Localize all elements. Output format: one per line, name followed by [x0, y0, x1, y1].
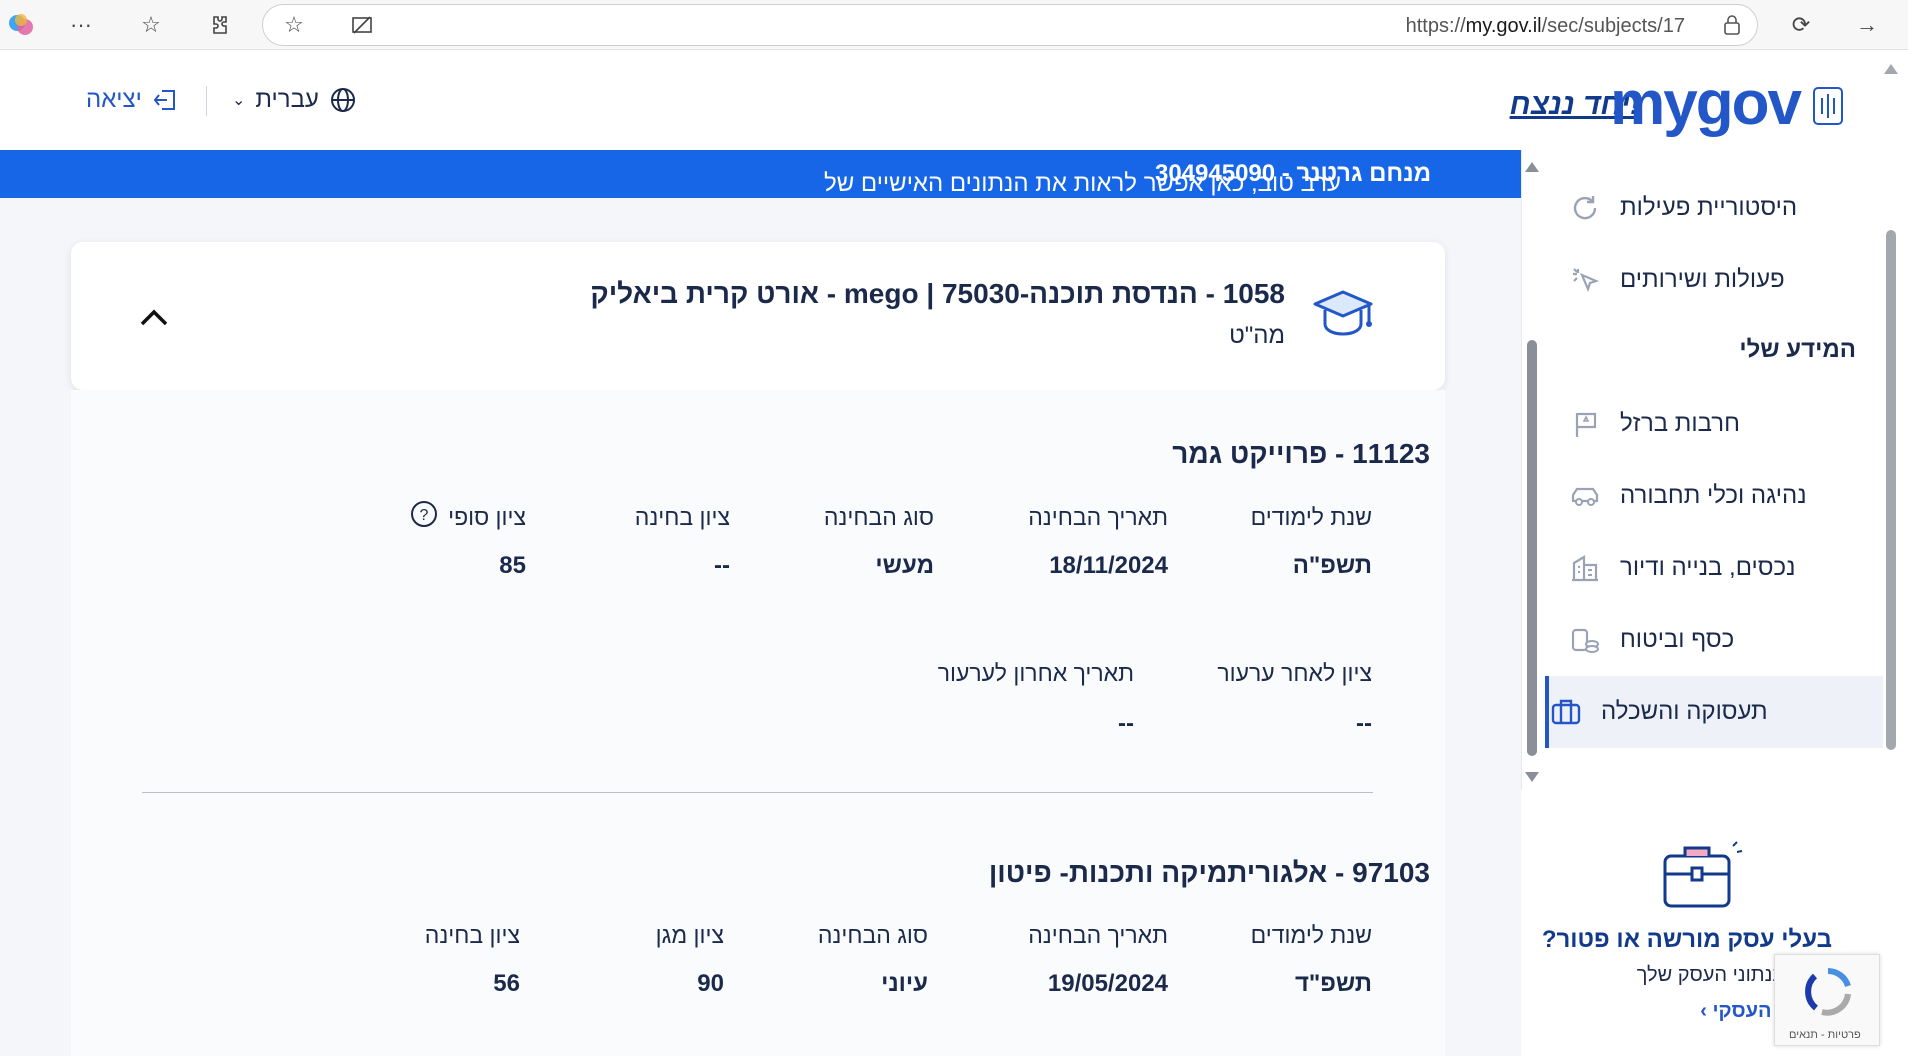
- actions-icon: [1568, 263, 1602, 297]
- address-bar[interactable]: ☆ https://my.gov.il/sec/subjects/17: [262, 4, 1758, 46]
- greeting-text: ערב טוב, כאן אפשר לראות את הנתונים האישי…: [824, 170, 1341, 197]
- label-exam-date: תאריך הבחינה: [1028, 922, 1168, 948]
- sidebar-heading: המידע שלי: [1739, 336, 1856, 363]
- site-logo[interactable]: mygov: [1610, 68, 1802, 139]
- copilot-icon[interactable]: [6, 10, 36, 40]
- label-exam-type: סוג הבחינה: [817, 922, 928, 948]
- sidebar-item-label: היסטוריית פעילות: [1620, 194, 1798, 221]
- favorites-icon[interactable]: ☆: [136, 10, 166, 40]
- value-exam-date: 18/11/2024: [1049, 552, 1168, 579]
- sidebar-item-label: תעסוקה והשכלה: [1601, 698, 1768, 725]
- scroll-down-icon[interactable]: [1525, 772, 1539, 782]
- lock-icon[interactable]: [1717, 10, 1747, 40]
- value-final-grade: 85: [499, 552, 526, 579]
- label-year: שנת לימודים: [1250, 504, 1372, 530]
- value-exam-type: עיוני: [881, 970, 928, 997]
- recaptcha-text: פרטיות - תנאים: [1789, 1029, 1861, 1041]
- coins-icon: [1568, 623, 1602, 657]
- sidebar-item-actions[interactable]: פעולות ושירותים: [1568, 250, 1868, 310]
- url-text: https://my.gov.il/sec/subjects/17: [1405, 15, 1685, 37]
- value-appeal-deadline: --: [1118, 710, 1134, 737]
- tracking-off-icon[interactable]: [347, 10, 377, 40]
- sidebar-item-driving[interactable]: נהיגה וכלי תחבורה: [1568, 466, 1868, 526]
- refresh-icon[interactable]: ⟳: [1786, 10, 1816, 40]
- label-appeal-deadline: תאריך אחרון לערעור: [937, 660, 1134, 686]
- value-shield-grade: 90: [697, 970, 724, 997]
- header-divider: [206, 86, 207, 116]
- label-exam-type: סוג הבחינה: [823, 504, 934, 530]
- sidebar-item-money[interactable]: כסף וביטוח: [1568, 610, 1868, 670]
- help-icon[interactable]: ?: [410, 500, 438, 528]
- logout-label: יציאה: [86, 86, 142, 113]
- forward-icon[interactable]: →: [1852, 10, 1882, 40]
- value-exam-type: מעשי: [875, 552, 934, 579]
- logout-link[interactable]: יציאה: [86, 86, 178, 114]
- page-scroll-up-icon[interactable]: [1884, 64, 1898, 74]
- value-year: תשפ"ה: [1292, 552, 1372, 579]
- label-exam-grade: ציון בחינה: [424, 922, 520, 948]
- more-icon[interactable]: ···: [66, 10, 96, 40]
- chevron-down-icon: ⌄: [232, 92, 246, 109]
- language-label: עברית: [255, 86, 319, 113]
- flag-icon: [1568, 407, 1602, 441]
- value-exam-date: 19/05/2024: [1047, 970, 1168, 997]
- sidebar-item-label: פעולות ושירותים: [1620, 266, 1785, 293]
- page-scrollbar[interactable]: [1886, 230, 1896, 750]
- sidebar-item-employment[interactable]: תעסוקה והשכלה: [1545, 676, 1883, 748]
- extensions-icon[interactable]: [204, 10, 234, 40]
- recaptcha-badge[interactable]: פרטיות - תנאים: [1774, 954, 1880, 1046]
- sidebar-item-history[interactable]: היסטוריית פעילות: [1568, 178, 1868, 238]
- greeting-banner: ערב טוב, כאן אפשר לראות את הנתונים האישי…: [0, 150, 1521, 198]
- label-final-grade: ציון סופי: [448, 504, 526, 530]
- label-year: שנת לימודים: [1250, 922, 1372, 948]
- browser-toolbar: ··· ☆ ☆ https://my.gov.il/sec/subjects/1…: [0, 0, 1908, 50]
- briefcase-icon: [1549, 695, 1583, 729]
- label-exam-date: תאריך הבחינה: [1028, 504, 1168, 530]
- promo-title: בעלי עסק מורשה או פטור?: [1541, 926, 1832, 953]
- globe-icon: [330, 88, 355, 112]
- chevron-up-icon[interactable]: [137, 302, 171, 330]
- sidebar-scrollbar[interactable]: [1527, 340, 1537, 756]
- institution-subtitle: מה"ט: [1229, 322, 1285, 349]
- institution-title: 1058 - הנדסת תוכנה-mego | 75030 - אורט ק…: [590, 278, 1285, 309]
- subjects-panel: [71, 390, 1445, 1056]
- graduation-cap-icon: [1313, 290, 1373, 336]
- subject-divider: [142, 792, 1373, 793]
- car-icon: [1568, 479, 1602, 513]
- value-exam-grade: --: [714, 552, 730, 579]
- value-year: תשפ"ד: [1294, 970, 1372, 997]
- sidebar-item-label: חרבות ברזל: [1620, 410, 1740, 437]
- language-selector[interactable]: ⌄ עברית: [232, 86, 357, 114]
- label-shield-grade: ציון מגן: [655, 922, 724, 948]
- value-exam-grade: 56: [493, 970, 520, 997]
- history-icon: [1568, 191, 1602, 225]
- subject-title: 97103 - אלגוריתמיקה ותכנות- פיטון: [988, 857, 1430, 888]
- institution-card-header[interactable]: 1058 - הנדסת תוכנה-mego | 75030 - אורט ק…: [71, 242, 1445, 390]
- building-icon: [1568, 551, 1602, 585]
- sidebar-item-property[interactable]: נכסים, בנייה ודיור: [1568, 538, 1868, 598]
- logout-icon: [153, 90, 175, 110]
- star-icon[interactable]: ☆: [279, 10, 309, 40]
- sidebar-item-iron-swords[interactable]: חרבות ברזל: [1568, 394, 1868, 454]
- recaptcha-icon: [1805, 968, 1851, 1016]
- sidebar-item-label: כסף וביטוח: [1620, 626, 1735, 653]
- sidebar-item-label: נהיגה וכלי תחבורה: [1620, 482, 1807, 509]
- site-header: יציאה ⌄ עברית יחד ננצח! mygov: [0, 50, 1908, 150]
- svg-text:?: ?: [420, 507, 429, 524]
- value-grade-after-appeal: --: [1356, 710, 1372, 737]
- label-exam-grade: ציון בחינה: [634, 504, 730, 530]
- label-grade-after-appeal: ציון לאחר ערעור: [1217, 660, 1372, 686]
- emblem-icon: [1813, 87, 1843, 125]
- subject-title: 11123 - פרוייקט גמר: [1172, 438, 1430, 469]
- toolbox-icon: [1663, 841, 1743, 908]
- scroll-up-icon[interactable]: [1525, 162, 1539, 172]
- sidebar-item-label: נכסים, בנייה ודיור: [1620, 554, 1796, 581]
